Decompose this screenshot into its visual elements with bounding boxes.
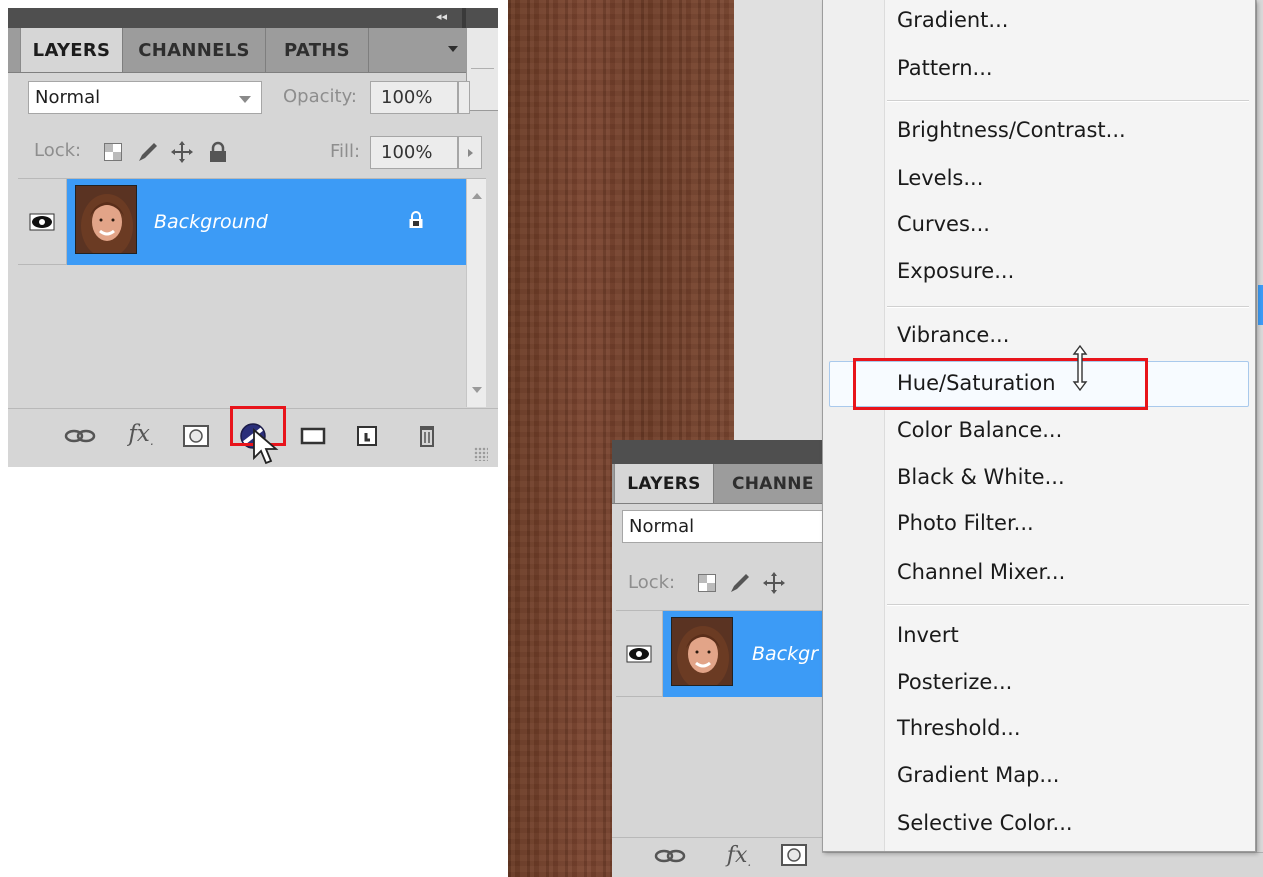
menu-separator [887, 306, 1249, 308]
menu-item-photo-filter[interactable]: Photo Filter... [897, 511, 1034, 535]
blend-mode-value: Normal [35, 87, 101, 108]
lock-image-pixels-icon[interactable] [136, 141, 160, 163]
lock-position-icon[interactable] [170, 140, 194, 164]
menu-item-levels[interactable]: Levels... [897, 166, 983, 190]
document-canvas-gap [734, 0, 822, 440]
panel2-fx-label: fx [726, 842, 748, 868]
blend-mode-select[interactable]: Normal [28, 81, 262, 114]
fx-icon[interactable]: fx. [118, 419, 164, 449]
panel2-lock-position-icon[interactable] [762, 571, 786, 595]
folder-icon[interactable] [298, 422, 328, 450]
menu-item-gradient[interactable]: Gradient... [897, 8, 1008, 32]
bottom-strip [822, 852, 1263, 877]
resize-grip-icon[interactable] [474, 447, 488, 461]
menu-item-threshold[interactable]: Threshold... [897, 716, 1021, 740]
panel2-layer-thumbnail [671, 617, 733, 686]
chevron-right-icon [467, 148, 473, 157]
mouse-pointer-icon [253, 428, 279, 465]
panel2-footer: fx. [612, 837, 822, 877]
menu-item-pattern[interactable]: Pattern... [897, 56, 993, 80]
fill-slider-button[interactable] [458, 136, 482, 169]
opacity-value: 100% [381, 87, 433, 108]
panel2-blend-mode-value: Normal [629, 516, 695, 537]
trash-icon[interactable] [412, 420, 442, 452]
layer-lock-icon [408, 211, 424, 233]
panel2-lock-transparent-icon[interactable] [696, 573, 718, 593]
menu-item-black-white[interactable]: Black & White... [897, 465, 1065, 489]
panel2-tab-channels[interactable]: CHANNE [714, 464, 822, 503]
panel-titlebar[interactable]: ◂◂ [8, 8, 498, 28]
panel2-fx-icon[interactable]: fx. [716, 840, 762, 870]
panel2-visibility-toggle[interactable] [616, 611, 663, 697]
tab-paths[interactable]: PATHS [266, 28, 369, 72]
layer-thumbnail [75, 185, 137, 254]
menu-separator [887, 100, 1249, 102]
menu-icon-gutter [823, 0, 885, 851]
tab-layers[interactable]: LAYERS [20, 28, 123, 72]
panel2-tab-bar: LAYERS CHANNE [612, 464, 822, 504]
eye-icon [29, 213, 55, 230]
link-layers-icon[interactable] [62, 424, 98, 448]
chevron-down-icon [239, 96, 251, 103]
adjustment-layer-menu: Gradient... Pattern... Brightness/Contra… [822, 0, 1256, 852]
new-layer-icon[interactable] [352, 422, 382, 450]
panel2-layers-list: Backgr [616, 610, 822, 840]
fx-label: fx [128, 421, 150, 447]
lock-icons [102, 140, 228, 164]
scroll-up-icon[interactable] [472, 193, 482, 199]
panel2-tab-layers[interactable]: LAYERS [614, 464, 714, 503]
layer-mask-icon[interactable] [180, 423, 212, 449]
panel2-layer-name[interactable]: Backgr [752, 643, 818, 665]
layers-list: Background [18, 178, 486, 407]
fill-label: Fill: [330, 141, 361, 162]
menu-separator [887, 604, 1249, 606]
layer-name[interactable]: Background [154, 211, 268, 233]
layers-panel-secondary: LAYERS CHANNE Normal Lock: Backgr fx . [612, 440, 822, 877]
panel2-eye-icon [626, 645, 652, 662]
lock-all-icon[interactable] [208, 141, 228, 163]
menu-item-selective-color[interactable]: Selective Color... [897, 811, 1073, 835]
flyout-strip [466, 28, 498, 111]
panel-menu-button[interactable] [448, 46, 458, 52]
panel2-layer-row-background[interactable]: Backgr [616, 611, 822, 697]
opacity-slider-button[interactable] [458, 81, 470, 114]
menu-item-gradient-map[interactable]: Gradient Map... [897, 763, 1059, 787]
panel2-layer-mask-icon[interactable] [778, 842, 810, 868]
menu-item-invert[interactable]: Invert [897, 623, 959, 647]
lock-transparent-pixels-icon[interactable] [102, 142, 124, 162]
menu-item-color-balance[interactable]: Color Balance... [897, 418, 1062, 442]
hue-saturation-highlight-box [853, 358, 1148, 410]
panel2-lock-label: Lock: [628, 572, 676, 593]
fill-field[interactable]: 100% [370, 136, 458, 169]
menu-item-curves[interactable]: Curves... [897, 212, 990, 236]
layer-row-background[interactable]: Background [18, 179, 486, 265]
titlebar-divider [462, 8, 466, 28]
menu-item-posterize[interactable]: Posterize... [897, 670, 1012, 694]
panel2-titlebar[interactable] [612, 440, 822, 464]
panel2-lock-pixels-icon[interactable] [728, 572, 752, 594]
text-cursor-icon [1072, 344, 1088, 392]
panel-tab-bar: LAYERS CHANNELS PATHS [8, 28, 498, 73]
layers-scrollbar[interactable] [466, 179, 486, 407]
menu-item-exposure[interactable]: Exposure... [897, 259, 1014, 283]
fill-value: 100% [381, 142, 433, 163]
menu-item-channel-mixer[interactable]: Channel Mixer... [897, 560, 1065, 584]
lock-label: Lock: [34, 140, 82, 161]
background-panel-edge [1256, 0, 1263, 877]
panel2-blend-mode-select[interactable]: Normal [622, 510, 822, 543]
menu-item-vibrance[interactable]: Vibrance... [897, 323, 1009, 347]
panel2-lock-icons [696, 571, 786, 595]
menu-item-brightness-contrast[interactable]: Brightness/Contrast... [897, 118, 1126, 142]
collapse-panel-icon[interactable]: ◂◂ [436, 10, 447, 23]
opacity-field[interactable]: 100% [370, 81, 458, 114]
scroll-down-icon[interactable] [472, 387, 482, 393]
layer-visibility-toggle[interactable] [18, 179, 67, 265]
opacity-label: Opacity: [283, 86, 357, 107]
panel2-link-layers-icon[interactable] [652, 844, 688, 868]
layers-panel: ◂◂ LAYERS CHANNELS PATHS Normal Opacity:… [8, 8, 498, 467]
tab-channels[interactable]: CHANNELS [123, 28, 266, 72]
